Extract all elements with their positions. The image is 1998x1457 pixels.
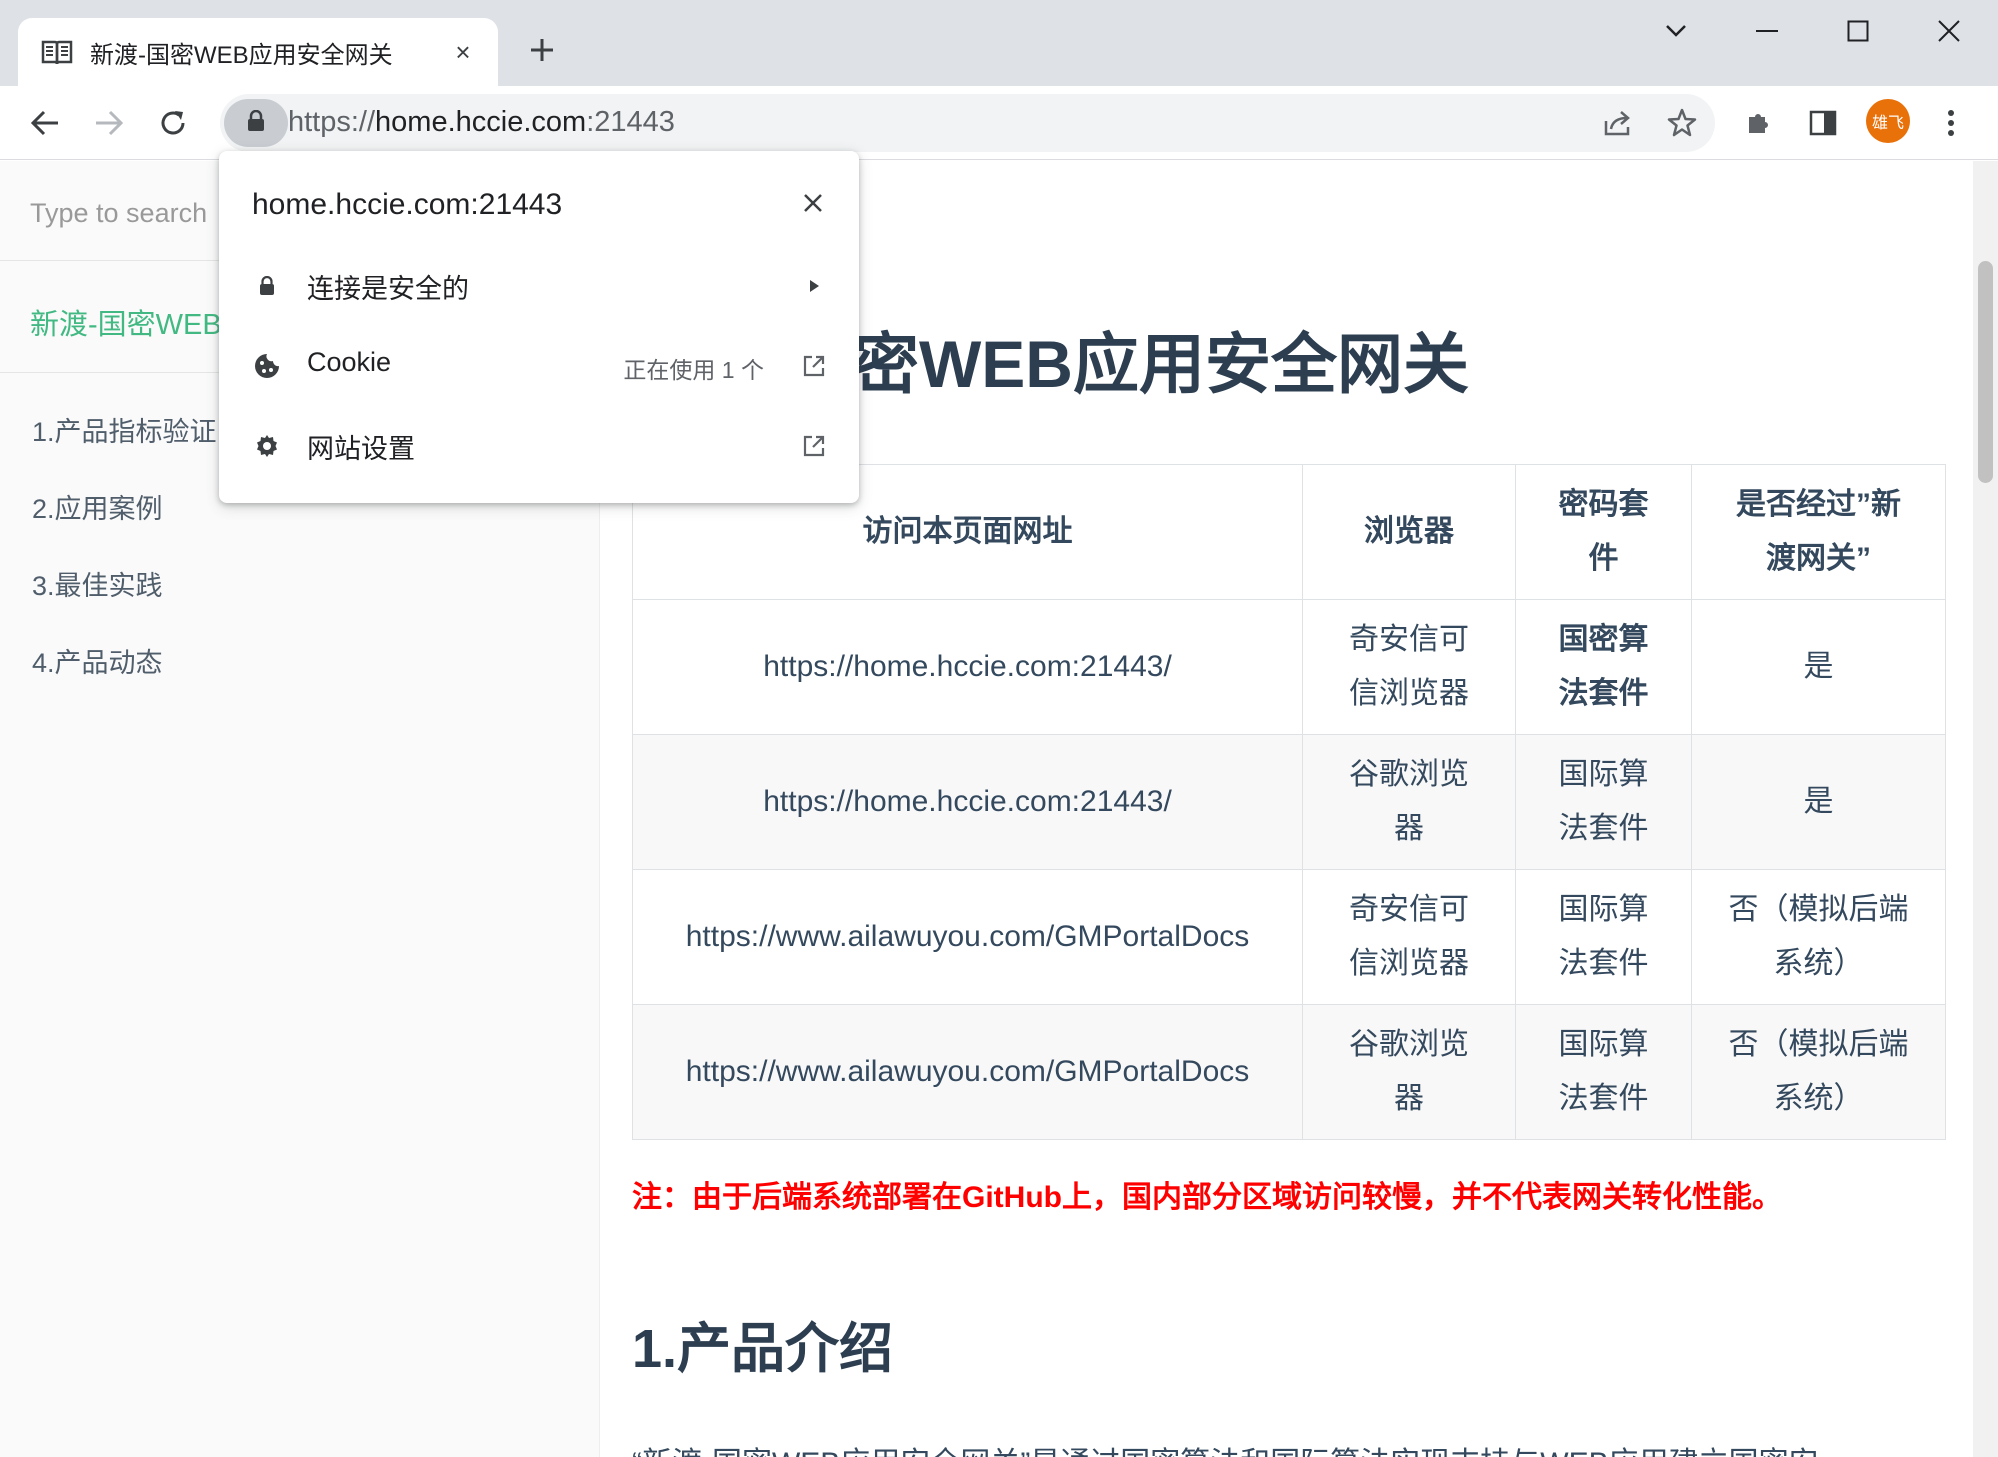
popup-row-label: 网站设置	[307, 434, 415, 464]
popup-row-label: Cookie	[307, 347, 392, 377]
table-cell-browser: 谷歌浏览 器	[1302, 734, 1516, 870]
table-cell-url: https://home.hccie.com:21443/	[632, 599, 1303, 735]
forward-icon[interactable]	[86, 100, 132, 146]
lock-icon	[247, 109, 265, 137]
table-header: 是否经过”新 渡网关”	[1691, 464, 1946, 600]
intro-paragraph: “新渡-国密WEB应用安全网关”是通过国密算法和国际算法实现支持与WEB应用建立…	[632, 1438, 1819, 1457]
header-text: 是否经过”新 渡网关”	[1736, 488, 1901, 575]
popup-row-connection[interactable]: 连接是安全的	[219, 253, 859, 319]
table-row: https://www.ailawuyou.com/GMPortalDocs 奇…	[632, 869, 1946, 1005]
back-icon[interactable]	[22, 100, 68, 146]
table-cell-gateway: 否（模拟后端 系统）	[1691, 1004, 1946, 1140]
browser-titlebar: 新渡-国密WEB应用安全网关 ×	[0, 0, 1998, 86]
header-text: 访问本页面网址	[862, 515, 1073, 548]
table-cell-cipher: 国际算 法套件	[1515, 734, 1692, 870]
table-cell-url: https://www.ailawuyou.com/GMPortalDocs	[632, 1004, 1303, 1140]
gear-icon	[251, 430, 283, 462]
table-cell-gateway: 否（模拟后端 系统）	[1691, 869, 1946, 1005]
table-cell-browser: 谷歌浏览 器	[1302, 1004, 1516, 1140]
sidebar-item-practices[interactable]: 3.最佳实践	[32, 564, 163, 603]
url-protocol: https://	[288, 106, 376, 138]
share-icon[interactable]	[1598, 103, 1638, 143]
table-header: 密码套 件	[1515, 464, 1692, 600]
sidebar-item-cases[interactable]: 2.应用案例	[32, 487, 163, 526]
table-cell-gateway: 是	[1691, 599, 1946, 735]
header-text: 浏览器	[1364, 515, 1454, 548]
table-row: https://home.hccie.com:21443/ 谷歌浏览 器 国际算…	[632, 734, 1946, 870]
sidebar-item-news[interactable]: 4.产品动态	[32, 641, 163, 680]
table-cell-browser: 奇安信可 信浏览器	[1302, 599, 1516, 735]
url-text[interactable]: https://home.hccie.com:21443	[288, 106, 675, 139]
site-info-popup: home.hccie.com:21443 连接是安全的 Cookie 正在使用 …	[219, 151, 859, 503]
table-cell-url: https://home.hccie.com:21443/	[632, 734, 1303, 870]
tab-close-icon[interactable]: ×	[446, 35, 480, 69]
extensions-puzzle-icon[interactable]	[1738, 102, 1780, 144]
cookie-count: 正在使用 1 个	[623, 357, 764, 383]
browser-tab-active[interactable]: 新渡-国密WEB应用安全网关 ×	[18, 18, 498, 86]
table-row: https://home.hccie.com:21443/ 奇安信可 信浏览器 …	[632, 599, 1946, 735]
table-row: https://www.ailawuyou.com/GMPortalDocs 谷…	[632, 1004, 1946, 1140]
access-comparison-table: 访问本页面网址 浏览器 密码套 件 是否经过”新 渡网关” https://ho…	[632, 464, 1946, 1140]
scrollbar-thumb[interactable]	[1978, 261, 1993, 483]
maximize-icon[interactable]	[1828, 6, 1888, 56]
tab-title: 新渡-国密WEB应用安全网关	[90, 41, 393, 69]
popup-host: home.hccie.com:21443	[252, 188, 563, 221]
profile-avatar[interactable]: 雄飞	[1866, 99, 1910, 143]
table-cell-gateway: 是	[1691, 734, 1946, 870]
new-tab-button[interactable]	[522, 30, 562, 70]
sidebar-item-indicators[interactable]: 1.产品指标验证	[32, 410, 217, 449]
popup-close-icon[interactable]	[793, 183, 833, 223]
popup-row-label: 连接是安全的	[307, 274, 469, 304]
book-icon	[40, 35, 74, 69]
popup-row-site-settings[interactable]: 网站设置	[219, 413, 859, 479]
bookmark-star-icon[interactable]	[1662, 103, 1702, 143]
table-cell-cipher: 国际算 法套件	[1515, 1004, 1692, 1140]
page-scrollbar[interactable]	[1973, 161, 1998, 1457]
header-text: 密码套 件	[1558, 488, 1649, 575]
performance-note: 注：由于后端系统部署在GitHub上，国内部分区域访问较慢，并不代表网关转化性能…	[632, 1181, 1782, 1214]
site-info-button[interactable]	[224, 99, 288, 147]
popup-row-cookie[interactable]: Cookie 正在使用 1 个	[219, 333, 859, 399]
table-cell-cipher: 国际算 法套件	[1515, 869, 1692, 1005]
reload-icon[interactable]	[150, 100, 196, 146]
table-header: 浏览器	[1302, 464, 1516, 600]
tab-search-icon[interactable]	[1646, 6, 1706, 56]
url-port: :21443	[586, 106, 675, 138]
more-menu-icon[interactable]	[1930, 102, 1972, 144]
minimize-icon[interactable]	[1737, 6, 1797, 56]
close-window-icon[interactable]	[1919, 6, 1979, 56]
external-link-icon[interactable]	[797, 429, 831, 463]
browser-toolbar: https://home.hccie.com:21443	[0, 86, 1998, 160]
table-cell-cipher: 国密算 法套件	[1515, 599, 1692, 735]
table-cell-browser: 奇安信可 信浏览器	[1302, 869, 1516, 1005]
address-bar[interactable]: https://home.hccie.com:21443	[220, 94, 1715, 152]
external-link-icon[interactable]	[797, 349, 831, 383]
side-panel-icon[interactable]	[1802, 102, 1844, 144]
url-host: home.hccie.com	[375, 106, 587, 138]
cookie-icon	[251, 350, 283, 382]
chevron-right-icon[interactable]	[797, 269, 831, 303]
lock-icon	[251, 270, 283, 302]
table-cell-url: https://www.ailawuyou.com/GMPortalDocs	[632, 869, 1303, 1005]
section-title: 1.产品介绍	[632, 1319, 894, 1379]
